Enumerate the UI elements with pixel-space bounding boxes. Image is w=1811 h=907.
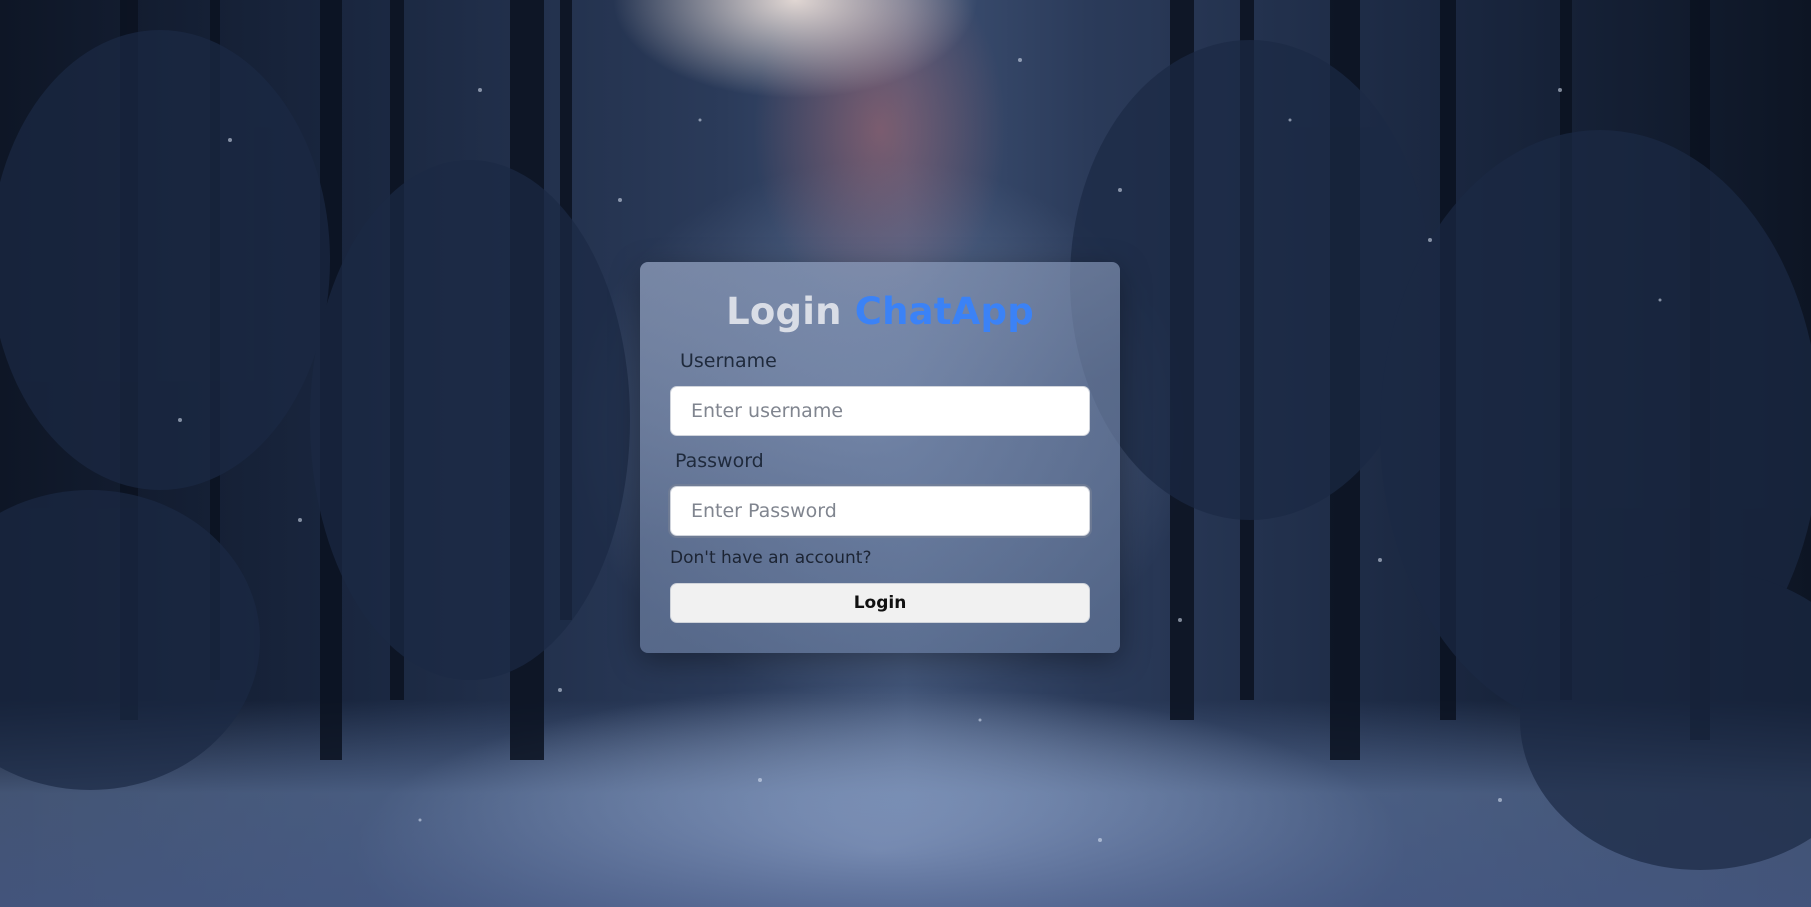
signup-link[interactable]: Don't have an account? [670, 548, 871, 568]
login-form-card: Login ChatApp Username Password Don't ha… [640, 262, 1120, 653]
title-login-text: Login [726, 290, 842, 333]
username-label: Username [680, 350, 777, 372]
login-title: Login ChatApp [640, 290, 1120, 334]
login-button[interactable]: Login [670, 583, 1090, 623]
title-brand-text: ChatApp [854, 290, 1034, 333]
username-input[interactable] [670, 386, 1090, 436]
password-input[interactable] [670, 486, 1090, 536]
password-label: Password [675, 450, 764, 472]
